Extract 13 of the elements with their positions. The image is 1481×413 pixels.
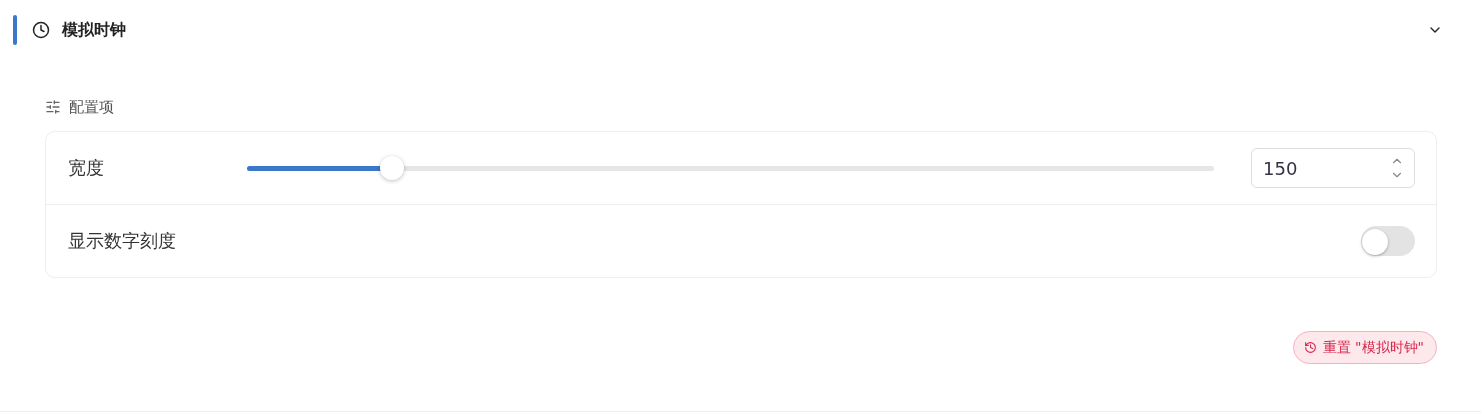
config-label: 配置项: [69, 97, 114, 117]
history-icon: [1303, 341, 1317, 354]
toggle-switch[interactable]: [1361, 226, 1415, 256]
section-title: 模拟时钟: [62, 19, 127, 41]
setting-label: 显示数字刻度: [68, 229, 177, 253]
clock-icon: [32, 21, 50, 39]
setting-label: 宽度: [68, 156, 105, 180]
slider-thumb[interactable]: [380, 156, 405, 180]
section-header[interactable]: 模拟时钟: [0, 0, 1481, 60]
accent-bar: [13, 15, 17, 45]
sliders-icon: [45, 99, 61, 115]
reset-button[interactable]: 重置 "模拟时钟": [1292, 331, 1437, 364]
number-input[interactable]: 150: [1251, 148, 1415, 188]
